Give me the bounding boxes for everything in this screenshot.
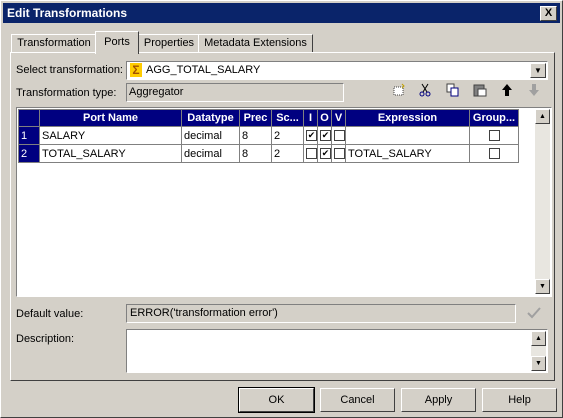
edit-transformations-dialog: Edit Transformations X Transformation Po… — [0, 0, 563, 418]
paste-icon[interactable] — [471, 83, 489, 101]
tab-transformation[interactable]: Transformation — [11, 34, 97, 53]
select-transformation-label: Select transformation: — [16, 64, 123, 76]
variable-cell[interactable] — [331, 144, 346, 163]
datatype-cell[interactable]: decimal — [181, 144, 240, 163]
input-cell[interactable]: ✔ — [303, 126, 318, 145]
description-textarea[interactable]: ▲ ▼ — [126, 329, 548, 373]
row-number-header — [18, 109, 40, 127]
variable-cell[interactable] — [331, 126, 346, 145]
expression-cell[interactable]: TOTAL_SALARY — [345, 144, 470, 163]
expression-cell[interactable] — [345, 126, 470, 145]
scroll-down-icon[interactable]: ▼ — [531, 356, 546, 371]
port-name-cell[interactable]: SALARY — [39, 126, 182, 145]
port-name-cell[interactable]: TOTAL_SALARY — [39, 144, 182, 163]
scroll-up-icon[interactable]: ▲ — [535, 109, 550, 124]
col-header-expression[interactable]: Expression — [345, 109, 470, 127]
close-button[interactable]: X — [540, 6, 557, 21]
cancel-button[interactable]: Cancel — [320, 388, 395, 412]
row-number[interactable]: 1 — [18, 126, 40, 145]
description-label: Description: — [16, 333, 75, 345]
default-value-field[interactable]: ERROR('transformation error') — [126, 304, 516, 323]
group-by-cell[interactable] — [469, 144, 519, 163]
tab-ports[interactable]: Ports — [95, 31, 139, 54]
col-header-variable[interactable]: V — [331, 109, 346, 127]
ok-button[interactable]: OK — [238, 387, 315, 413]
datatype-cell[interactable]: decimal — [181, 126, 240, 145]
vertical-scrollbar[interactable]: ▲ ▼ — [535, 109, 550, 294]
col-header-output[interactable]: O — [317, 109, 332, 127]
output-cell[interactable]: ✔ — [317, 126, 332, 145]
title-bar[interactable]: Edit Transformations X — [3, 3, 560, 23]
output-checkbox[interactable]: ✔ — [320, 130, 331, 142]
col-header-scale[interactable]: Sc... — [271, 109, 304, 127]
tab-properties[interactable]: Properties — [138, 34, 200, 53]
cut-icon[interactable] — [416, 83, 434, 101]
table-row[interactable]: 1 SALARY decimal 8 2 ✔ ✔ — [18, 126, 519, 145]
output-cell[interactable]: ✔ — [317, 144, 332, 163]
variable-checkbox[interactable] — [334, 148, 345, 160]
default-value-text: ERROR('transformation error') — [130, 307, 278, 319]
description-scrollbar[interactable]: ▲ ▼ — [531, 331, 546, 371]
scale-cell[interactable]: 2 — [271, 126, 304, 145]
window-title: Edit Transformations — [7, 6, 128, 20]
select-transformation-value: AGG_TOTAL_SALARY — [146, 64, 261, 76]
prec-cell[interactable]: 8 — [239, 126, 272, 145]
input-checkbox[interactable] — [306, 148, 317, 160]
table-row[interactable]: 2 TOTAL_SALARY decimal 8 2 ✔ TOTAL_SALAR… — [18, 144, 519, 163]
col-header-prec[interactable]: Prec — [239, 109, 272, 127]
chevron-down-icon[interactable]: ▼ — [530, 63, 546, 78]
move-up-icon[interactable] — [498, 83, 516, 101]
prec-cell[interactable]: 8 — [239, 144, 272, 163]
scale-cell[interactable]: 2 — [271, 144, 304, 163]
col-header-datatype[interactable]: Datatype — [181, 109, 240, 127]
output-checkbox[interactable]: ✔ — [320, 148, 331, 160]
validate-icon[interactable] — [525, 304, 543, 322]
input-cell[interactable] — [303, 144, 318, 163]
row-number[interactable]: 2 — [18, 144, 40, 163]
transformation-type-value: Aggregator — [129, 86, 184, 98]
group-by-checkbox[interactable] — [488, 148, 500, 160]
default-value-label: Default value: — [16, 308, 84, 320]
scroll-up-icon[interactable]: ▲ — [531, 331, 546, 346]
move-down-icon[interactable] — [525, 83, 543, 101]
scroll-down-icon[interactable]: ▼ — [535, 279, 550, 294]
apply-button[interactable]: Apply — [401, 388, 476, 412]
ports-table: Port Name Datatype Prec Sc... I O V Expr… — [18, 109, 519, 163]
copy-icon[interactable] — [444, 83, 462, 101]
help-button[interactable]: Help — [482, 388, 557, 412]
sigma-icon: Σ — [130, 63, 142, 77]
transformation-type-label: Transformation type: — [16, 87, 117, 99]
tab-metadata-extensions[interactable]: Metadata Extensions — [198, 34, 313, 53]
col-header-group-by[interactable]: Group... — [469, 109, 519, 127]
group-by-checkbox[interactable] — [488, 130, 500, 142]
group-by-cell[interactable] — [469, 126, 519, 145]
ports-grid: Port Name Datatype Prec Sc... I O V Expr… — [16, 107, 552, 297]
variable-checkbox[interactable] — [334, 130, 345, 142]
input-checkbox[interactable]: ✔ — [306, 130, 317, 142]
col-header-port-name[interactable]: Port Name — [39, 109, 182, 127]
transformation-type-field: Aggregator — [126, 83, 344, 102]
col-header-input[interactable]: I — [303, 109, 318, 127]
new-port-icon[interactable] — [390, 83, 408, 101]
select-transformation-combo[interactable]: Σ AGG_TOTAL_SALARY ▼ — [126, 61, 548, 80]
